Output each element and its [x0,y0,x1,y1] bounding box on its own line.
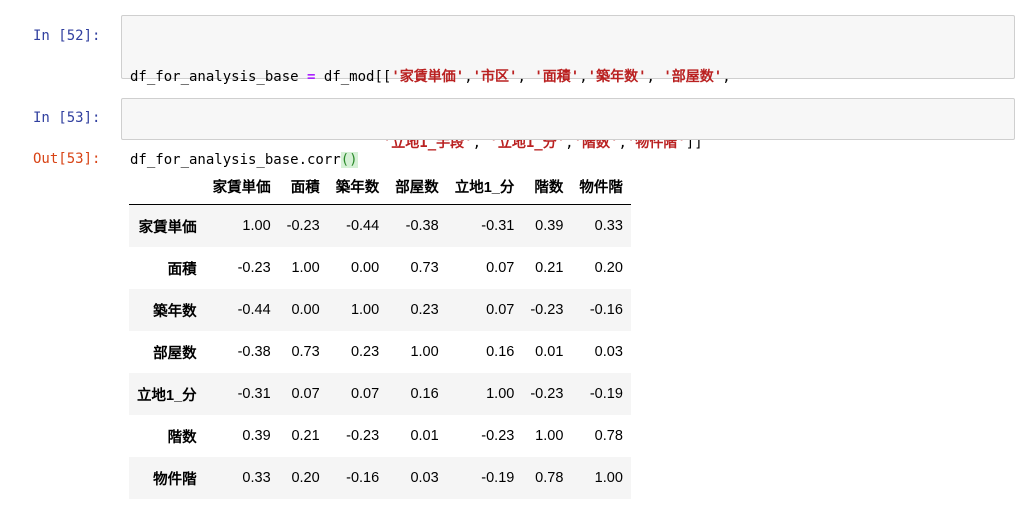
close-paren: ) [349,152,358,168]
table-cell: 0.21 [291,428,320,444]
table-cell: 0.07 [486,302,515,318]
table-cell: -0.19 [481,470,515,486]
table-cell: 0.03 [594,344,623,360]
table-cell: 0.21 [535,260,564,276]
table-cell: 1.00 [291,260,320,276]
table-cell: -0.44 [237,302,271,318]
table-cell: 1.00 [350,302,380,318]
table-cell: 0.39 [242,428,271,444]
column-header: 立地1_分 [446,168,523,205]
table-cell: -0.23 [346,428,380,444]
output-53-prompt: Out[53]: [33,151,101,167]
assign-operator: = [307,69,316,85]
table-cell: 1.00 [242,218,271,234]
table-cell: 0.33 [242,470,271,486]
table-cell: 0.16 [486,344,515,360]
column-header: 築年数 [327,168,388,205]
table-cell: 0.03 [410,470,439,486]
table-cell: -0.31 [481,218,515,234]
table-cell: -0.23 [481,428,515,444]
table-cell: 0.00 [291,302,320,318]
row-label: 部屋数 [153,345,197,362]
table-cell: 0.73 [410,260,439,276]
row-label: 築年数 [153,303,197,320]
correlation-dataframe: 家賃単価 面積 築年数 部屋数 立地1_分 階数 物件階 家賃単価 1.00 -0.… [129,168,631,499]
row-label: 階数 [167,429,197,446]
table-cell: -0.23 [237,260,271,276]
code-string: '面積' [534,69,580,85]
table-row: 階数 0.39 0.21 -0.23 0.01 -0.23 1.00 0.78 [129,415,631,457]
code-string: '部屋数' [663,69,723,85]
column-header: 階数 [522,168,572,205]
code-string: '市区' [472,69,518,85]
table-cell: 0.20 [291,470,320,486]
table-cell: -0.44 [346,218,380,234]
table-cell: 0.01 [535,344,564,360]
table-cell: 0.20 [594,260,623,276]
table-cell: -0.23 [530,386,564,402]
call-head: df_mod[[ [323,69,392,85]
table-row: 家賃単価 1.00 -0.23 -0.44 -0.38 -0.31 0.39 0.33 [129,204,631,247]
row-label: 立地1_分 [137,387,197,404]
table-cell: 1.00 [486,386,515,402]
table-row: 部屋数 -0.38 0.73 0.23 1.00 0.16 0.01 0.03 [129,331,631,373]
table-cell: -0.16 [589,302,623,318]
cell-52-prompt: In [52]: [33,28,101,44]
var-name: df_for_analysis_base [130,69,299,85]
code-string: '築年数' [587,69,647,85]
code-cell-52[interactable]: df_for_analysis_base = df_mod[['家賃単価','市… [121,15,1015,151]
table-cell: -0.38 [405,218,439,234]
table-cell: 0.16 [410,386,439,402]
table-cell: -0.16 [346,470,380,486]
index-header [129,168,205,205]
table-cell: -0.19 [589,386,623,402]
column-header: 物件階 [571,168,631,205]
table-cell: -0.23 [286,218,320,234]
code-cell-53[interactable]: df_for_analysis_base.corr() [121,98,1015,168]
row-label: 面積 [167,261,197,278]
column-header: 部屋数 [387,168,447,205]
table-cell: 0.39 [535,218,564,234]
code-text: df_for_analysis_base.corr [130,152,341,168]
table-cell: 0.23 [350,344,380,360]
table-row: 面積 -0.23 1.00 0.00 0.73 0.07 0.21 0.20 [129,247,631,289]
table-cell: 0.73 [291,344,320,360]
table-cell: 1.00 [535,428,564,444]
table-cell: 0.78 [594,428,623,444]
table-cell: -0.31 [237,386,271,402]
open-paren: ( [340,152,350,168]
table-row: 物件階 0.33 0.20 -0.16 0.03 -0.19 0.78 1.00 [129,457,631,499]
row-label: 物件階 [153,471,197,488]
table-cell: 0.23 [410,302,439,318]
table-cell: 0.07 [291,386,320,402]
table-header-row: 家賃単価 面積 築年数 部屋数 立地1_分 階数 物件階 [129,168,631,205]
table-cell: 0.00 [350,260,380,276]
code-line-1: df_for_analysis_base = df_mod[['家賃単価','市… [130,69,731,85]
table-cell: 0.07 [486,260,515,276]
column-header: 家賃単価 [204,168,279,205]
table-cell: -0.23 [530,302,564,318]
row-label: 家賃単価 [138,219,197,236]
table-cell: 0.01 [410,428,439,444]
table-cell: -0.38 [237,344,271,360]
column-header: 面積 [278,168,328,205]
table-cell: 0.07 [350,386,380,402]
table-row: 築年数 -0.44 0.00 1.00 0.23 0.07 -0.23 -0.16 [129,289,631,331]
table-cell: 0.33 [594,218,623,234]
cell-53-prompt: In [53]: [33,110,101,126]
table-cell: 0.78 [535,470,564,486]
table-cell: 1.00 [594,470,623,486]
table-row: 立地1_分 -0.31 0.07 0.07 0.16 1.00 -0.23 -0.19 [129,373,631,415]
code-string: '家賃単価' [391,69,465,85]
table-cell: 1.00 [410,344,439,360]
